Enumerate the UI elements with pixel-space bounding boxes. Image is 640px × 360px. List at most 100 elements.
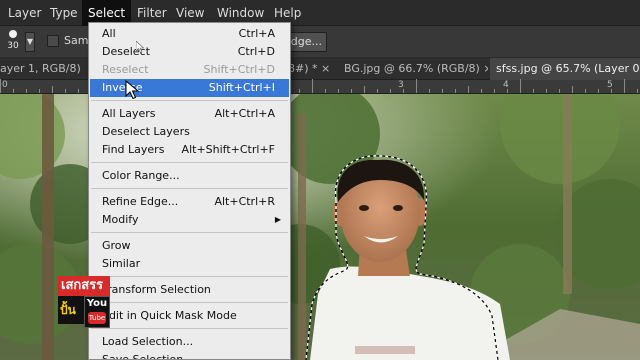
- ruler-tick: [416, 79, 417, 93]
- ruler-tick: [351, 89, 352, 93]
- ruler-tick: [299, 89, 300, 93]
- menu-item-label: All: [102, 27, 116, 40]
- ruler-tick: [13, 89, 14, 93]
- sample-all-layers-label: Sam: [64, 34, 89, 47]
- ruler-tick: [624, 79, 625, 93]
- youtube-tube-text: Tube: [88, 312, 106, 324]
- menu-separator: [91, 276, 288, 277]
- channel-logo: เสกสรร ปั้น You Tube: [58, 276, 110, 328]
- menu-item-shortcut: Alt+Shift+Ctrl+F: [181, 143, 275, 156]
- menu-item-shortcut: Shift+Ctrl+I: [208, 81, 275, 94]
- brush-size-value: 30: [7, 41, 19, 51]
- menu-item-reselect: Reselect Shift+Ctrl+D: [90, 61, 289, 79]
- ruler-tick: [546, 89, 547, 93]
- menu-item-label: Refine Edge...: [102, 195, 179, 208]
- brush-preset-picker[interactable]: 30: [2, 29, 24, 55]
- menu-item-find-layers[interactable]: Find Layers Alt+Shift+Ctrl+F: [90, 141, 289, 159]
- chevron-down-icon[interactable]: ▼: [25, 32, 35, 52]
- menu-item-label: Edit in Quick Mask Mode: [102, 309, 237, 322]
- ruler-tick: [455, 89, 456, 93]
- ruler-tick: [507, 89, 508, 93]
- ruler-tick: [442, 89, 443, 93]
- menu-separator: [91, 162, 288, 163]
- youtube-you-text: You: [86, 298, 108, 309]
- menu-separator: [91, 328, 288, 329]
- ruler-tick: [637, 89, 638, 93]
- menu-item-grow[interactable]: Grow: [90, 237, 289, 255]
- ruler-tick: [559, 89, 560, 93]
- menu-separator: [91, 232, 288, 233]
- menu-item-label: Similar: [102, 257, 141, 270]
- arrow-cursor-icon: [125, 80, 139, 100]
- ruler-tick: [572, 86, 573, 93]
- menu-item-shortcut: Ctrl+A: [238, 27, 275, 40]
- menu-item-modify[interactable]: Modify ▶: [90, 211, 289, 229]
- logo-bottom-text: ปั้น: [58, 296, 84, 324]
- menu-item-label: Modify: [102, 213, 139, 226]
- ruler-tick: [364, 86, 365, 93]
- menu-item-quick-mask[interactable]: Edit in Quick Mask Mode: [90, 307, 289, 325]
- menu-item-transform-selection[interactable]: Transform Selection: [90, 281, 289, 299]
- menu-separator: [91, 188, 288, 189]
- menu-item-shortcut: Shift+Ctrl+D: [203, 63, 275, 76]
- ruler-tick: [377, 89, 378, 93]
- menu-item-color-range[interactable]: Color Range...: [90, 167, 289, 185]
- sample-all-layers-checkbox[interactable]: [47, 35, 59, 47]
- menu-item-label: Load Selection...: [102, 335, 194, 348]
- ruler-tick: [26, 89, 27, 93]
- menu-item-label: Grow: [102, 239, 131, 252]
- ruler-tick: [312, 79, 313, 93]
- ruler-tick: [338, 89, 339, 93]
- tab-layer1-doc[interactable]: ayer 1, RGB/8) * ×: [0, 58, 84, 80]
- menu-layer[interactable]: Layer: [8, 0, 41, 26]
- youtube-icon: You Tube: [84, 296, 110, 328]
- ruler-tick: [494, 89, 495, 93]
- ruler-tick: [325, 89, 326, 93]
- ruler-tick: [39, 89, 40, 93]
- ruler-tick: [585, 89, 586, 93]
- ruler-tick: [481, 89, 482, 93]
- tab-sfss-jpg[interactable]: sfss.jpg @ 65.7% (Layer 0, RGE: [490, 58, 640, 80]
- menu-item-load-selection[interactable]: Load Selection...: [90, 333, 289, 351]
- ruler-label: 0: [2, 80, 8, 90]
- menu-type[interactable]: Type: [50, 0, 78, 26]
- menu-item-refine-edge[interactable]: Refine Edge... Alt+Ctrl+R: [90, 193, 289, 211]
- menu-item-all-layers[interactable]: All Layers Alt+Ctrl+A: [90, 105, 289, 123]
- menu-item-label: All Layers: [102, 107, 156, 120]
- ruler-tick: [78, 89, 79, 93]
- menu-item-similar[interactable]: Similar: [90, 255, 289, 273]
- tab-bg-jpg[interactable]: BG.jpg @ 66.7% (RGB/8) ×: [340, 58, 488, 80]
- ruler-tick: [403, 89, 404, 93]
- arrow-cursor-icon: [136, 41, 144, 53]
- menu-item-deselect[interactable]: Deselect Ctrl+D: [90, 43, 289, 61]
- menu-separator: [91, 100, 288, 101]
- brush-preset-icon: [9, 30, 17, 38]
- ruler-tick: [390, 89, 391, 93]
- logo-top-text: เสกสรร: [58, 276, 110, 296]
- menu-item-shortcut: Ctrl+D: [237, 45, 275, 58]
- select-dropdown-menu: All Ctrl+A Deselect Ctrl+D Reselect Shif…: [88, 22, 291, 360]
- menu-item-deselect-layers[interactable]: Deselect Layers: [90, 123, 289, 141]
- menu-item-label: Reselect: [102, 63, 149, 76]
- ruler-tick: [520, 79, 521, 93]
- menu-item-label: Find Layers: [102, 143, 165, 156]
- ruler-tick: [611, 89, 612, 93]
- ruler-tick: [533, 89, 534, 93]
- menu-item-label: Save Selection...: [102, 353, 194, 360]
- menu-item-all[interactable]: All Ctrl+A: [90, 25, 289, 43]
- menu-item-label: Color Range...: [102, 169, 180, 182]
- ruler-tick: [468, 86, 469, 93]
- ruler-tick: [52, 86, 53, 93]
- submenu-arrow-icon: ▶: [274, 215, 281, 224]
- tab-partial-doc[interactable]: 8#) * ×: [288, 58, 334, 80]
- ruler-tick: [598, 89, 599, 93]
- menu-item-label: Transform Selection: [102, 283, 211, 296]
- menu-item-label: Deselect Layers: [102, 125, 190, 138]
- ruler-tick: [429, 89, 430, 93]
- menu-separator: [91, 302, 288, 303]
- ruler-tick: [0, 79, 1, 93]
- menu-item-save-selection[interactable]: Save Selection...: [90, 351, 289, 360]
- menu-item-inverse[interactable]: Inverse Shift+Ctrl+I: [90, 79, 289, 97]
- menu-item-shortcut: Alt+Ctrl+R: [214, 195, 275, 208]
- menu-item-shortcut: Alt+Ctrl+A: [214, 107, 275, 120]
